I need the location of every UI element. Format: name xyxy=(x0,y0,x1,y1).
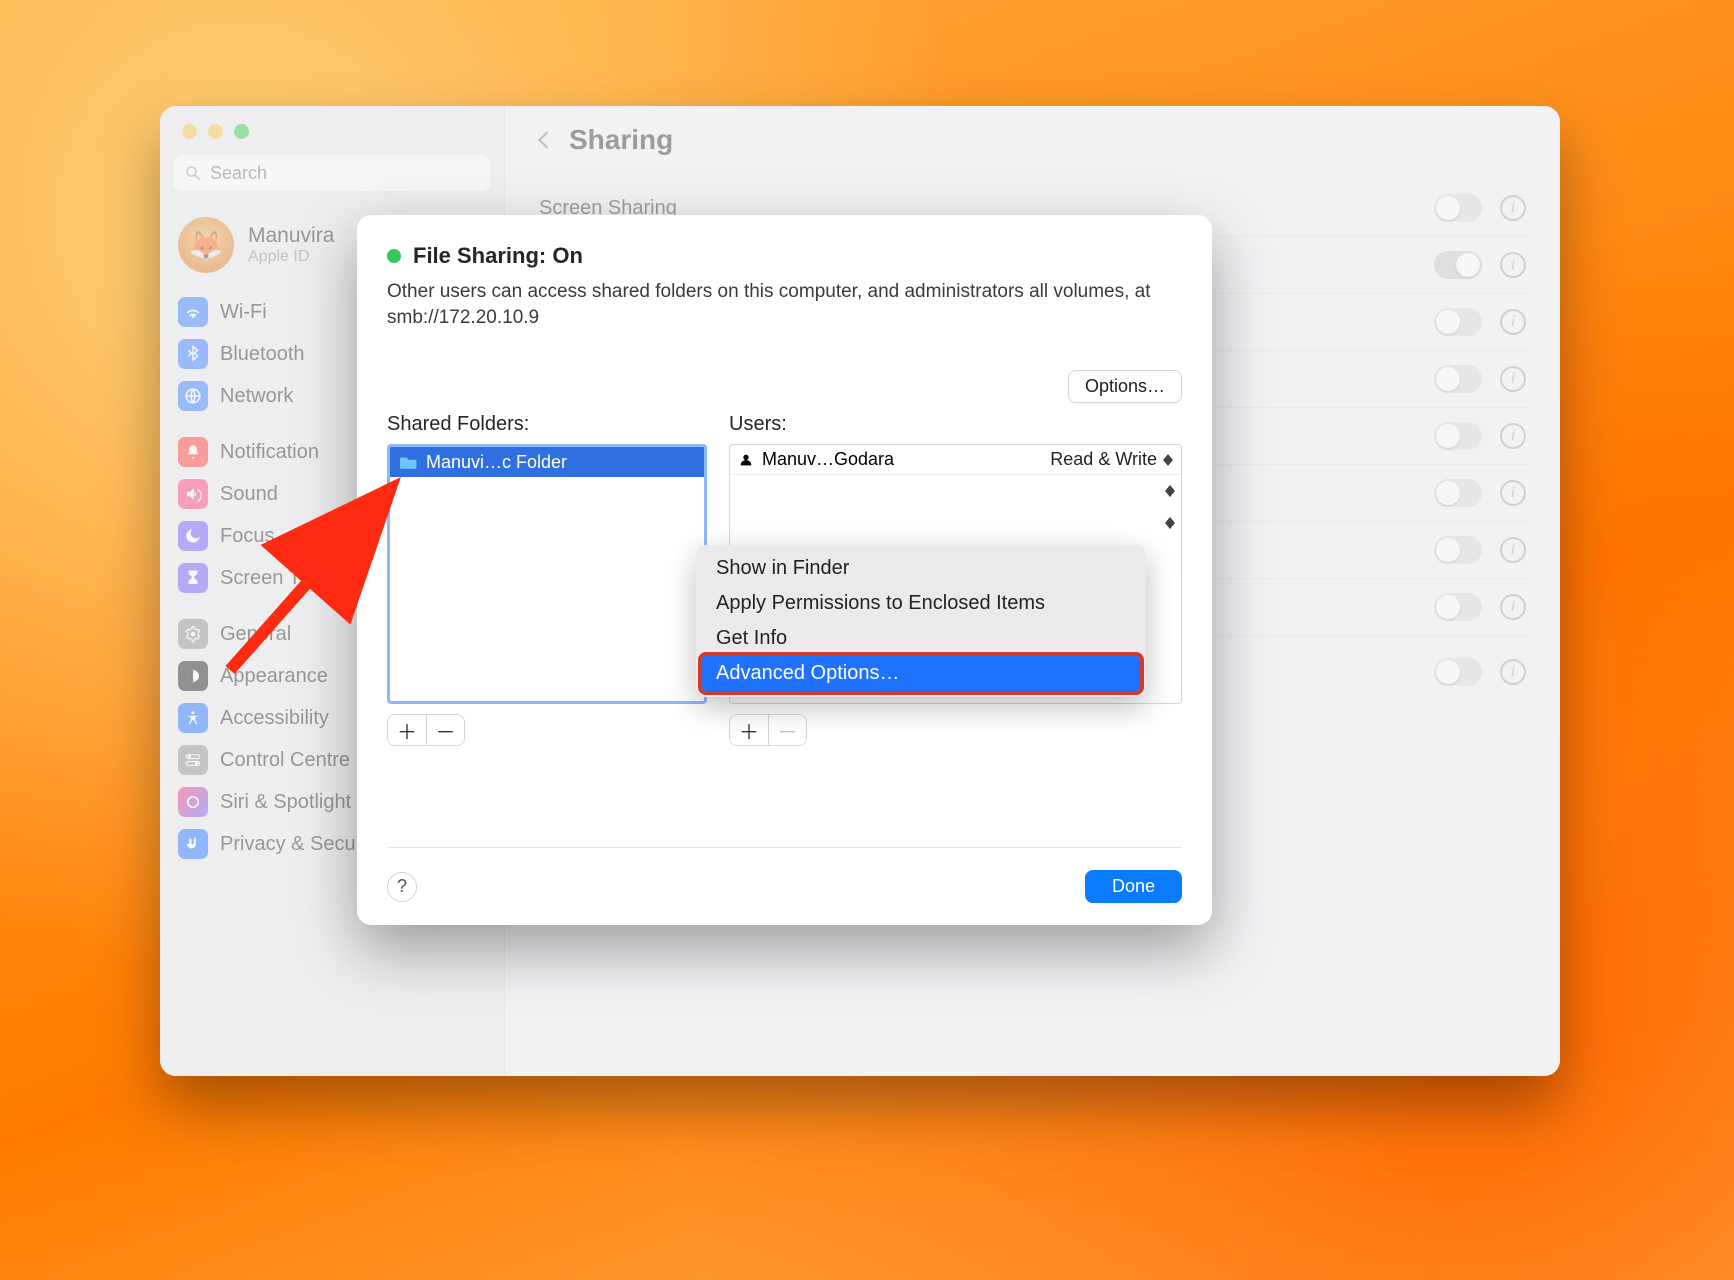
sheet-title: File Sharing: On xyxy=(387,243,1182,269)
addremove-users: ＋ － xyxy=(729,714,1182,746)
sound-icon xyxy=(178,479,208,509)
network-icon xyxy=(178,381,208,411)
ctx-show-in-finder[interactable]: Show in Finder xyxy=(702,551,1140,586)
users-label: Users: xyxy=(729,413,1182,436)
toggle[interactable] xyxy=(1434,536,1482,564)
ctx-advanced-options[interactable]: Advanced Options… xyxy=(702,656,1140,691)
user-sub: Apple ID xyxy=(248,248,334,266)
gear-icon xyxy=(178,619,208,649)
status-dot-on-icon xyxy=(387,249,401,263)
shared-folders-label: Shared Folders: xyxy=(387,413,707,436)
add-folder-button[interactable]: ＋ xyxy=(388,715,426,745)
options-button[interactable]: Options… xyxy=(1068,370,1182,403)
info-icon[interactable]: i xyxy=(1500,659,1526,685)
sidebar-item-label: Sound xyxy=(220,483,278,506)
sheet-title-text: File Sharing: On xyxy=(413,243,583,269)
done-button[interactable]: Done xyxy=(1085,870,1182,903)
sidebar-item-label: Focus xyxy=(220,525,274,548)
toggle[interactable] xyxy=(1434,593,1482,621)
appearance-icon xyxy=(178,661,208,691)
sidebar-item-label: Appearance xyxy=(220,665,328,688)
sheet-description: Other users can access shared folders on… xyxy=(387,279,1182,330)
sidebar-item-label: Screen Time xyxy=(220,567,332,590)
search-field-wrap xyxy=(174,155,490,191)
bluetooth-icon xyxy=(178,339,208,369)
hand-icon xyxy=(178,829,208,859)
user-row[interactable]: Manuv…Godara Read & Write xyxy=(730,445,1181,475)
stepper-icon[interactable] xyxy=(1163,454,1173,466)
info-icon[interactable]: i xyxy=(1500,309,1526,335)
shared-folders-list[interactable]: Manuvi…c Folder xyxy=(387,444,707,704)
info-icon[interactable]: i xyxy=(1500,252,1526,278)
toggle[interactable] xyxy=(1434,658,1482,686)
content-header: Sharing xyxy=(505,124,1560,170)
sidebar-item-label: General xyxy=(220,623,291,646)
toggle[interactable] xyxy=(1434,422,1482,450)
help-button[interactable]: ? xyxy=(387,872,417,902)
info-icon[interactable]: i xyxy=(1500,423,1526,449)
add-user-button[interactable]: ＋ xyxy=(730,715,768,745)
toggle[interactable] xyxy=(1434,251,1482,279)
ctx-get-info[interactable]: Get Info xyxy=(702,621,1140,656)
traffic-min[interactable] xyxy=(208,124,223,139)
remove-folder-button[interactable]: － xyxy=(426,715,464,745)
sidebar-item-label: Bluetooth xyxy=(220,343,305,366)
user-name: Manuv…Godara xyxy=(762,449,894,470)
context-menu: Show in Finder Apply Permissions to Encl… xyxy=(696,545,1146,697)
traffic-close[interactable] xyxy=(182,124,197,139)
info-icon[interactable]: i xyxy=(1500,480,1526,506)
siri-icon xyxy=(178,787,208,817)
remove-user-button[interactable]: － xyxy=(768,715,806,745)
user-meta: Manuvira Apple ID xyxy=(248,224,334,266)
page-title: Sharing xyxy=(569,124,673,156)
info-icon[interactable]: i xyxy=(1500,195,1526,221)
toggle[interactable] xyxy=(1434,365,1482,393)
folder-name: Manuvi…c Folder xyxy=(426,452,567,473)
toggles-icon xyxy=(178,745,208,775)
sidebar-item-label: Control Centre xyxy=(220,749,350,772)
bell-icon xyxy=(178,437,208,467)
toggle[interactable] xyxy=(1434,479,1482,507)
sidebar-item-label: Network xyxy=(220,385,293,408)
user-name: Manuvira xyxy=(248,224,334,248)
info-icon[interactable]: i xyxy=(1500,366,1526,392)
search-input[interactable] xyxy=(174,155,490,191)
sidebar-item-label: Accessibility xyxy=(220,707,329,730)
accessibility-icon xyxy=(178,703,208,733)
stepper-icon[interactable] xyxy=(1165,517,1175,529)
hourglass-icon xyxy=(178,563,208,593)
search-icon xyxy=(184,164,202,182)
sidebar-item-label: Notification xyxy=(220,441,319,464)
sidebar-item-label: Wi-Fi xyxy=(220,301,267,324)
user-perm: Read & Write xyxy=(1050,449,1157,470)
toggle[interactable] xyxy=(1434,308,1482,336)
info-icon[interactable]: i xyxy=(1500,594,1526,620)
info-icon[interactable]: i xyxy=(1500,537,1526,563)
back-chevron-icon[interactable] xyxy=(533,129,555,151)
traffic-max[interactable] xyxy=(234,124,249,139)
ctx-apply-permissions[interactable]: Apply Permissions to Enclosed Items xyxy=(702,586,1140,621)
moon-icon xyxy=(178,521,208,551)
wifi-icon xyxy=(178,297,208,327)
person-icon xyxy=(738,452,754,468)
window-controls xyxy=(160,120,504,155)
toggle[interactable] xyxy=(1434,194,1482,222)
folder-icon xyxy=(400,455,418,469)
sidebar-item-label: Siri & Spotlight xyxy=(220,791,351,814)
shared-folder-item[interactable]: Manuvi…c Folder xyxy=(390,447,704,477)
stepper-icon[interactable] xyxy=(1165,485,1175,497)
addremove-folders: ＋ － xyxy=(387,714,707,746)
avatar: 🦊 xyxy=(178,217,234,273)
